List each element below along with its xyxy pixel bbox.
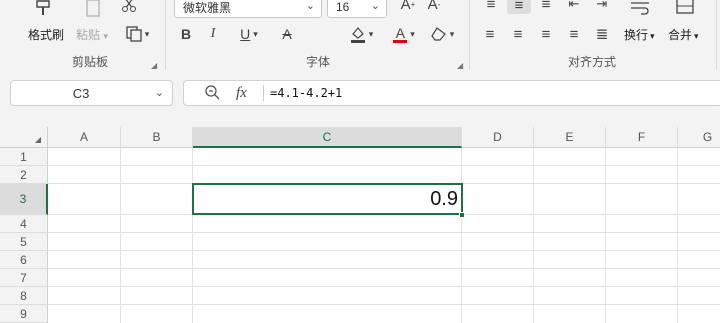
formula-bar: fx =4.1-4.2+1 [183, 80, 720, 106]
merge-label: 合并 [668, 28, 693, 42]
increase-font-icon[interactable]: A + [398, 0, 418, 14]
separator [469, 0, 470, 70]
copy-icon[interactable]: ▾ [122, 24, 152, 44]
row-header-3[interactable]: 3 [0, 184, 48, 215]
decrease-font-icon[interactable]: A- [424, 0, 444, 14]
gridline [48, 268, 720, 269]
gridline [533, 148, 534, 323]
row-header-9[interactable]: 9 [0, 305, 48, 323]
wrap-text-icon[interactable] [628, 0, 652, 18]
row-header-7[interactable]: 7 [0, 269, 48, 287]
align-bottom-icon[interactable]: ≡ [537, 0, 555, 13]
formula-input[interactable]: =4.1-4.2+1 [270, 86, 342, 100]
paste-button: 粘贴 ▾ [76, 28, 108, 42]
active-cell-c3[interactable]: 0.9 [192, 183, 463, 215]
font-color-swatch [393, 39, 408, 43]
font-group-label: 字体 [306, 55, 331, 69]
ribbon: 格式刷 粘贴 ▾ ▾ 剪贴板 ◢ 微软雅黑 ⌄ 16 ⌄ A + A- B I U… [0, 0, 720, 72]
increase-indent-icon[interactable]: ⇥ [593, 0, 611, 12]
wrap-text-label: 换行 [624, 28, 649, 42]
row-header-5[interactable]: 5 [0, 233, 48, 251]
italic-button[interactable]: I [204, 24, 222, 44]
gridline [461, 148, 462, 323]
column-header-c[interactable]: C [193, 127, 462, 148]
separator [716, 0, 717, 70]
zoom-icon[interactable] [204, 84, 220, 103]
spreadsheet-grid[interactable]: ◢ A B C D E F G 1 2 3 4 5 6 7 8 9 0.9 [0, 127, 720, 323]
gridline [677, 148, 678, 323]
chevron-down-icon: ⌄ [305, 0, 315, 12]
justify-icon[interactable]: ≡ [565, 24, 583, 44]
gridline [192, 148, 193, 323]
gridline [48, 250, 720, 251]
row-header-4[interactable]: 4 [0, 215, 48, 233]
gridline [48, 304, 720, 305]
clipboard-group-label: 剪贴板 [72, 55, 109, 69]
row-header-6[interactable]: 6 [0, 251, 48, 269]
alignment-group-label: 对齐方式 [568, 55, 617, 69]
paste-icon [82, 0, 104, 18]
select-all-corner[interactable]: ◢ [0, 127, 48, 148]
format-painter-button[interactable]: 格式刷 [28, 26, 64, 43]
align-center-icon[interactable]: ≡ [509, 24, 527, 44]
row-header-1[interactable]: 1 [0, 148, 48, 166]
gridline [120, 148, 121, 323]
column-header-b[interactable]: B [121, 127, 193, 148]
gridline [605, 148, 606, 323]
underline-label: U [240, 26, 251, 42]
format-painter-icon[interactable] [33, 0, 55, 18]
font-name-select[interactable]: 微软雅黑 ⌄ [174, 0, 322, 18]
font-expand-icon[interactable]: ◢ [457, 61, 463, 70]
font-color-label: A [395, 24, 405, 41]
fx-icon[interactable]: fx [236, 85, 247, 102]
gridline [48, 286, 720, 287]
chevron-down-icon: ⌄ [370, 0, 380, 12]
chevron-down-icon[interactable]: ⌄ [155, 86, 164, 99]
distributed-icon[interactable]: ≣ [593, 24, 611, 44]
gridline [48, 232, 720, 233]
font-name-value: 微软雅黑 [183, 0, 232, 15]
fill-color-icon[interactable]: ▾ [345, 24, 377, 44]
underline-button[interactable]: U ▾ [235, 24, 263, 44]
separator [165, 0, 166, 70]
name-box[interactable]: C3 ⌄ [10, 80, 173, 106]
column-header-d[interactable]: D [462, 127, 534, 148]
column-header-a[interactable]: A [48, 127, 121, 148]
font-size-select[interactable]: 16 ⌄ [327, 0, 387, 18]
cut-icon[interactable] [119, 0, 139, 14]
decrease-indent-icon[interactable]: ⇤ [565, 0, 583, 12]
bold-button[interactable]: B [177, 24, 195, 44]
align-right-icon[interactable]: ≡ [537, 24, 555, 44]
formula-separator [263, 85, 264, 101]
row-header-2[interactable]: 2 [0, 166, 48, 184]
wrap-text-button[interactable]: 换行 ▾ [624, 26, 655, 43]
paste-label: 粘贴 [76, 28, 101, 42]
clear-format-icon[interactable]: ▾ [426, 24, 458, 44]
name-box-value: C3 [72, 86, 90, 101]
align-top-icon[interactable]: ≡ [482, 0, 500, 13]
strikethrough-button[interactable]: A [278, 24, 296, 44]
row-header-8[interactable]: 8 [0, 287, 48, 305]
fill-handle[interactable] [459, 212, 465, 218]
merge-cells-icon[interactable] [674, 0, 696, 16]
column-header-g[interactable]: G [678, 127, 720, 148]
column-header-e[interactable]: E [534, 127, 606, 148]
clipboard-expand-icon[interactable]: ◢ [151, 61, 157, 70]
column-header-f[interactable]: F [606, 127, 678, 148]
merge-button[interactable]: 合并 ▾ [668, 26, 699, 43]
font-size-value: 16 [336, 0, 350, 14]
align-middle-icon[interactable]: ≡ [507, 0, 531, 14]
gridline [48, 165, 720, 166]
font-color-button[interactable]: A ▾ [388, 22, 420, 46]
align-left-icon[interactable]: ≡ [481, 24, 499, 44]
